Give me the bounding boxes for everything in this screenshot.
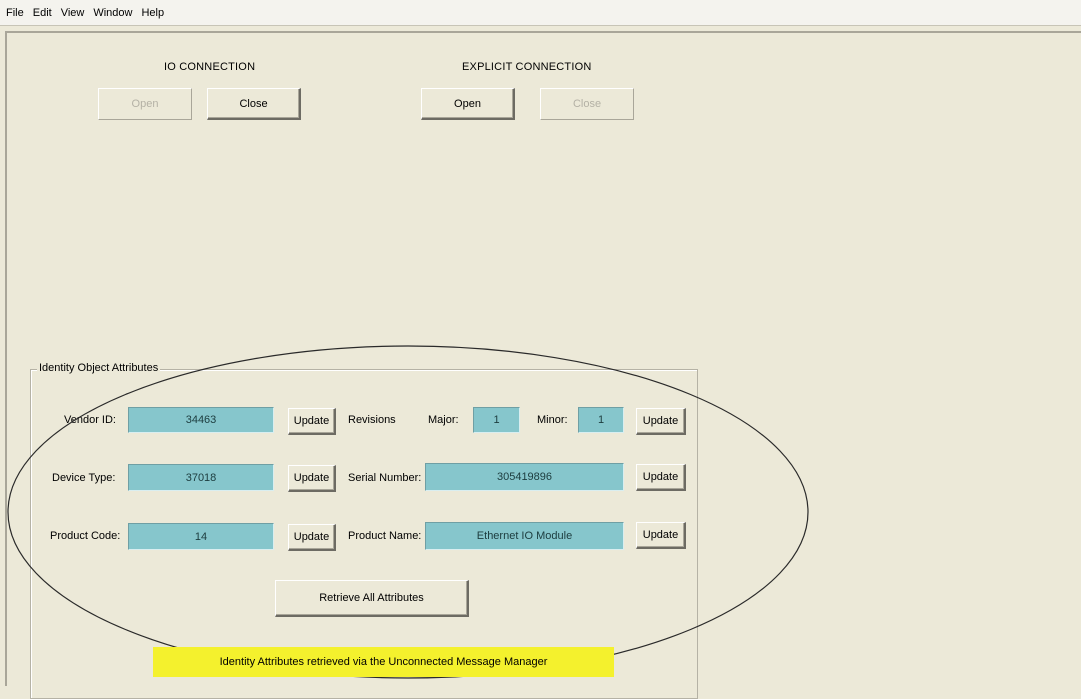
explicit-close-button[interactable]: Close <box>540 88 634 120</box>
major-label: Major: <box>428 414 459 426</box>
serial-number-field[interactable]: 305419896 <box>425 463 624 491</box>
vendor-id-field[interactable]: 34463 <box>128 407 274 433</box>
serial-number-label: Serial Number: <box>348 472 422 484</box>
product-code-update-button[interactable]: Update <box>288 524 336 551</box>
retrieve-all-attributes-button[interactable]: Retrieve All Attributes <box>275 580 469 617</box>
product-name-label: Product Name: <box>348 530 422 542</box>
minor-label: Minor: <box>537 414 568 426</box>
revisions-update-button[interactable]: Update <box>636 408 686 435</box>
menu-help[interactable]: Help <box>141 7 164 19</box>
menu-file[interactable]: File <box>6 7 24 19</box>
major-field[interactable]: 1 <box>473 407 520 433</box>
device-type-label: Device Type: <box>52 472 116 484</box>
device-type-field[interactable]: 37018 <box>128 464 274 491</box>
vendor-id-update-button[interactable]: Update <box>288 408 336 435</box>
io-open-button[interactable]: Open <box>98 88 192 120</box>
menu-edit[interactable]: Edit <box>33 7 52 19</box>
io-close-button[interactable]: Close <box>207 88 301 120</box>
revisions-label: Revisions <box>348 414 396 426</box>
vendor-id-label: Vendor ID: <box>64 414 116 426</box>
minor-field[interactable]: 1 <box>578 407 624 433</box>
explicit-connection-title: EXPLICIT CONNECTION <box>462 61 592 73</box>
menu-bar: File Edit View Window Help <box>0 0 1081 26</box>
product-code-label: Product Code: <box>50 530 121 542</box>
menu-view[interactable]: View <box>61 7 85 19</box>
menu-window[interactable]: Window <box>93 7 132 19</box>
explicit-open-button[interactable]: Open <box>421 88 515 120</box>
product-name-field[interactable]: Ethernet IO Module <box>425 522 624 550</box>
serial-number-update-button[interactable]: Update <box>636 464 686 491</box>
product-code-field[interactable]: 14 <box>128 523 274 550</box>
product-name-update-button[interactable]: Update <box>636 522 686 549</box>
io-connection-title: IO CONNECTION <box>164 61 256 73</box>
device-type-update-button[interactable]: Update <box>288 465 336 492</box>
annotation-highlight: Identity Attributes retrieved via the Un… <box>153 647 614 677</box>
identity-group-title: Identity Object Attributes <box>37 362 161 374</box>
